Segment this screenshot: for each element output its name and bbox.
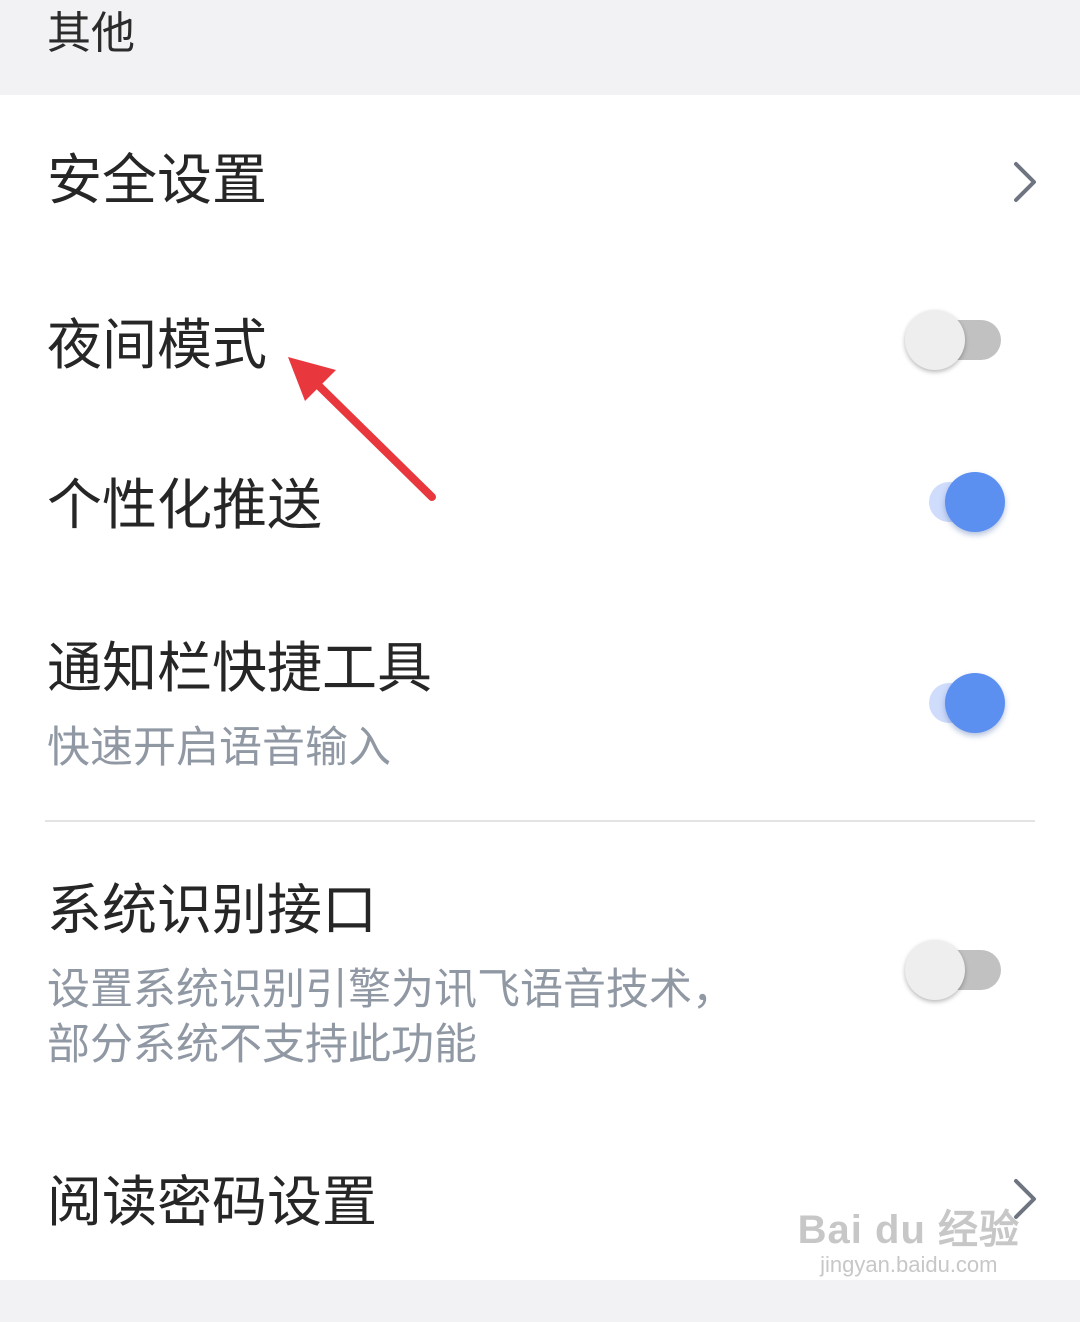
baidu-jingyan-watermark: Bai du 经验 jingyan.baidu.com: [797, 1208, 1020, 1277]
toggle-knob: [945, 673, 1005, 733]
setting-title: 安全设置: [47, 148, 268, 212]
system-recognition-toggle[interactable]: [905, 935, 1005, 1005]
setting-row-personalized-push: 个性化推送: [0, 425, 1080, 590]
bottom-bar: [0, 1280, 1080, 1322]
setting-row-notification-shortcut: 通知栏快捷工具 快速开启语音输入: [0, 590, 1080, 820]
personalized-push-toggle[interactable]: [905, 467, 1005, 537]
toggle-knob: [945, 472, 1005, 532]
setting-row-night-mode: 夜间模式: [0, 265, 1080, 425]
setting-title: 阅读密码设置: [47, 1170, 378, 1234]
setting-row-system-recognition: 系统识别接口 设置系统识别引擎为讯飞语音技术， 部分系统不支持此功能: [0, 822, 1080, 1122]
toggle-knob: [905, 940, 965, 1000]
setting-title: 个性化推送: [47, 473, 323, 537]
notification-shortcut-toggle[interactable]: [905, 668, 1005, 738]
chevron-right-icon: [1014, 162, 1036, 202]
setting-title: 系统识别接口: [47, 878, 378, 942]
section-title: 其他: [47, 8, 135, 59]
setting-title: 夜间模式: [47, 313, 268, 377]
setting-subtitle-line-2: 部分系统不支持此功能: [47, 1020, 477, 1070]
setting-subtitle: 快速开启语音输入: [47, 723, 391, 773]
setting-row-security[interactable]: 安全设置: [0, 95, 1080, 265]
setting-title: 通知栏快捷工具: [47, 636, 433, 700]
setting-subtitle-line-1: 设置系统识别引擎为讯飞语音技术，: [47, 965, 735, 1015]
night-mode-toggle[interactable]: [905, 305, 1005, 375]
section-header: 其他: [0, 0, 1080, 95]
toggle-knob: [905, 310, 965, 370]
